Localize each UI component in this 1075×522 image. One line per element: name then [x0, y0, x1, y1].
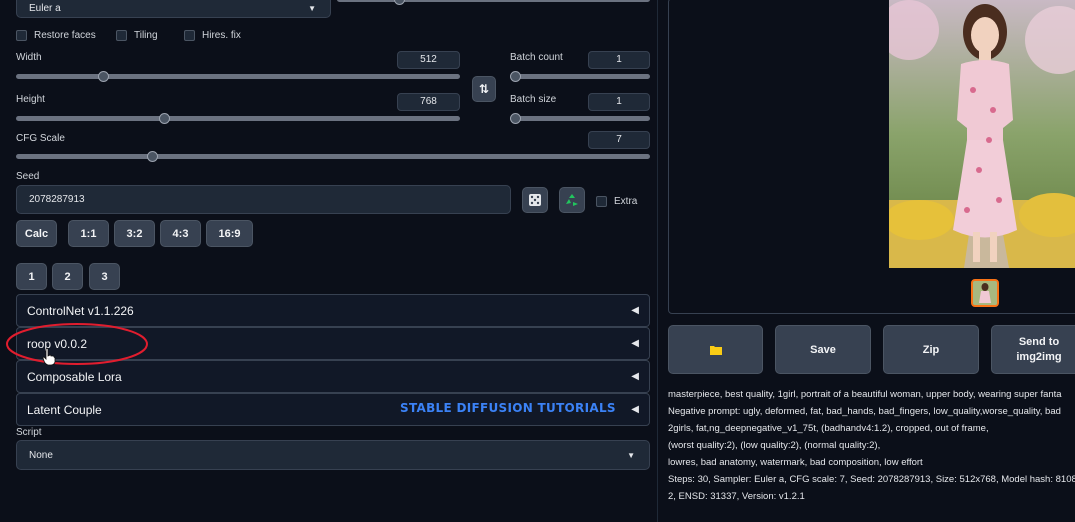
open-folder-button[interactable] — [668, 325, 763, 374]
send-to-label-line1: Send to — [1018, 335, 1060, 348]
batch-size-slider-thumb[interactable] — [510, 113, 521, 124]
sampler-dropdown[interactable]: Euler a ▼ — [16, 0, 331, 18]
steps-slider[interactable] — [337, 0, 650, 5]
height-slider-thumb[interactable] — [159, 113, 170, 124]
chevron-down-icon: ▼ — [308, 3, 316, 13]
tiling-label: Tiling — [134, 30, 158, 41]
info-line: Steps: 30, Sampler: Euler a, CFG scale: … — [668, 474, 1075, 485]
ratio-3-2-label: 3:2 — [126, 227, 143, 240]
random-seed-button[interactable] — [522, 187, 548, 213]
calc-label: Calc — [24, 227, 49, 240]
seed-input[interactable]: 2078287913 — [16, 185, 511, 214]
preset-1-button[interactable]: 1 — [16, 263, 47, 290]
restore-faces-checkbox[interactable]: Restore faces — [16, 30, 96, 41]
generation-info: masterpiece, best quality, 1girl, portra… — [668, 386, 1075, 505]
accordion-latent-couple-label: Latent Couple — [27, 402, 102, 417]
thumbnail-image — [973, 281, 997, 305]
folder-icon — [709, 345, 722, 355]
info-line: lowres, bad anatomy, watermark, bad comp… — [668, 457, 923, 468]
width-input[interactable]: 512 — [397, 51, 460, 69]
info-line: masterpiece, best quality, 1girl, portra… — [668, 389, 1062, 400]
zip-button[interactable]: Zip — [883, 325, 979, 374]
cfg-scale-label: CFG Scale — [16, 133, 65, 144]
info-line: Negative prompt: ugly, deformed, fat, ba… — [668, 406, 1061, 417]
send-to-img2img-button[interactable]: Send to img2img — [991, 325, 1075, 374]
batch-count-input[interactable]: 1 — [588, 51, 650, 69]
save-button[interactable]: Save — [775, 325, 871, 374]
seed-label: Seed — [16, 171, 40, 182]
hires-fix-checkbox[interactable]: Hires. fix — [184, 30, 241, 41]
width-slider-thumb[interactable] — [98, 71, 109, 82]
tiling-box[interactable] — [116, 30, 127, 41]
height-label: Height — [16, 94, 45, 105]
extra-seed-checkbox[interactable]: Extra — [596, 196, 637, 207]
preset-2-button[interactable]: 2 — [52, 263, 83, 290]
collapse-arrow-icon: ◀ — [631, 404, 639, 415]
batch-size-input[interactable]: 1 — [588, 93, 650, 111]
collapse-arrow-icon: ◀ — [631, 338, 639, 349]
accordion-controlnet-label: ControlNet v1.1.226 — [27, 303, 134, 318]
script-label: Script — [16, 427, 42, 438]
send-to-label-line2: img2img — [1016, 350, 1062, 363]
restore-faces-box[interactable] — [16, 30, 27, 41]
batch-size-slider[interactable] — [510, 113, 650, 124]
restore-faces-label: Restore faces — [34, 30, 96, 41]
sampler-value: Euler a — [29, 2, 61, 14]
height-input[interactable]: 768 — [397, 93, 460, 111]
annotation-ellipse — [6, 323, 148, 365]
info-line: 2, ENSD: 31337, Version: v1.2.1 — [668, 491, 805, 502]
height-slider[interactable] — [16, 113, 460, 124]
swap-dimensions-button[interactable]: ⇅ — [472, 76, 496, 102]
collapse-arrow-icon: ◀ — [631, 371, 639, 382]
script-dropdown[interactable]: None ▼ — [16, 440, 650, 470]
tiling-checkbox[interactable]: Tiling — [116, 30, 158, 41]
seed-value: 2078287913 — [29, 194, 85, 205]
batch-count-label: Batch count — [510, 52, 563, 63]
batch-size-label: Batch size — [510, 94, 557, 105]
extra-seed-box[interactable] — [596, 196, 607, 207]
reuse-seed-button[interactable] — [559, 187, 585, 213]
watermark-text: STABLE DIFFUSION TUTORIALS — [400, 401, 616, 415]
extra-seed-label: Extra — [614, 196, 638, 207]
gallery-thumbnail[interactable] — [971, 279, 999, 307]
chevron-down-icon: ▼ — [627, 450, 635, 460]
preset-2-label: 2 — [64, 270, 71, 283]
steps-slider-thumb[interactable] — [394, 0, 405, 5]
accordion-composable-lora-label: Composable Lora — [27, 369, 122, 384]
preset-1-label: 1 — [28, 270, 35, 283]
calc-button[interactable]: Calc — [16, 220, 57, 247]
generated-image[interactable] — [889, 0, 1075, 268]
hires-fix-box[interactable] — [184, 30, 195, 41]
width-slider[interactable] — [16, 71, 460, 82]
recycle-icon — [566, 194, 578, 206]
batch-count-slider[interactable] — [510, 71, 650, 82]
cfg-scale-slider[interactable] — [16, 151, 650, 162]
cfg-scale-input[interactable]: 7 — [588, 131, 650, 149]
zip-label: Zip — [922, 343, 940, 356]
ratio-1-1-label: 1:1 — [80, 227, 97, 240]
hand-cursor-icon — [42, 348, 56, 366]
width-label: Width — [16, 52, 42, 63]
ratio-16-9-button[interactable]: 16:9 — [206, 220, 253, 247]
dice-icon — [529, 194, 541, 206]
ratio-4-3-label: 4:3 — [172, 227, 189, 240]
script-value: None — [29, 449, 53, 461]
ratio-3-2-button[interactable]: 3:2 — [114, 220, 155, 247]
preset-3-button[interactable]: 3 — [89, 263, 120, 290]
preset-3-label: 3 — [101, 270, 108, 283]
cfg-scale-slider-thumb[interactable] — [147, 151, 158, 162]
left-panel-divider — [657, 0, 658, 522]
swap-icon: ⇅ — [478, 82, 490, 96]
hires-fix-label: Hires. fix — [202, 30, 241, 41]
info-line: 2girls, fat,ng_deepnegative_v1_75t, (bad… — [668, 423, 989, 434]
save-label: Save — [810, 343, 836, 356]
ratio-16-9-label: 16:9 — [218, 227, 241, 240]
ratio-4-3-button[interactable]: 4:3 — [160, 220, 201, 247]
info-line: (worst quality:2), (low quality:2), (nor… — [668, 440, 881, 451]
batch-count-slider-thumb[interactable] — [510, 71, 521, 82]
collapse-arrow-icon: ◀ — [631, 305, 639, 316]
ratio-1-1-button[interactable]: 1:1 — [68, 220, 109, 247]
